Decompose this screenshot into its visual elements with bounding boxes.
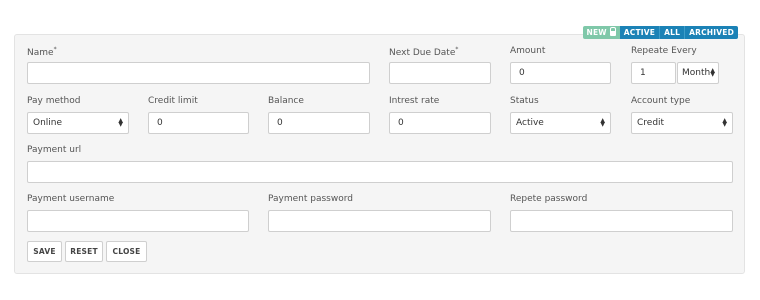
next-due-date-required-mark: * <box>455 46 459 53</box>
pay-method-label: Pay method <box>27 96 81 106</box>
close-button[interactable]: CLOSE <box>106 241 147 262</box>
new-tag-label: NEW <box>586 28 607 37</box>
status-value: Active <box>516 118 544 128</box>
name-label: Name* <box>27 46 57 58</box>
intrest-rate-input[interactable]: 0 <box>389 112 491 134</box>
status-label: Status <box>510 96 539 106</box>
updown-arrows-icon: ▲ ▼ <box>118 117 123 128</box>
balance-label: Balance <box>268 96 304 106</box>
filter-active[interactable]: ACTIVE <box>619 26 660 39</box>
status-filter-bar: NEW ACTIVE ALL ARCHIVED <box>582 26 738 39</box>
repete-password-input[interactable] <box>510 210 733 232</box>
payment-url-label: Payment url <box>27 145 82 155</box>
next-due-date-input[interactable] <box>389 62 491 84</box>
account-type-label: Account type <box>631 96 691 106</box>
payment-username-label: Payment username <box>27 194 115 204</box>
repeate-unit-value: Month <box>682 68 711 78</box>
intrest-rate-label: Intrest rate <box>389 96 440 106</box>
credit-limit-label: Credit limit <box>148 96 198 106</box>
name-label-text: Name <box>27 48 54 58</box>
next-due-date-label-text: Next Due Date <box>389 48 456 58</box>
name-input[interactable] <box>27 62 370 84</box>
save-button[interactable]: SAVE <box>27 241 62 262</box>
payment-password-label: Payment password <box>268 194 353 204</box>
balance-input[interactable]: 0 <box>268 112 370 134</box>
new-tag[interactable]: NEW <box>582 26 620 39</box>
amount-label: Amount <box>510 46 546 56</box>
repete-password-label: Repete password <box>510 194 588 204</box>
repeate-every-label: Repeate Every <box>631 46 697 56</box>
payment-username-input[interactable] <box>27 210 249 232</box>
filter-all[interactable]: ALL <box>659 26 685 39</box>
status-select[interactable]: Active ▲ ▼ <box>510 112 611 134</box>
payment-url-input[interactable] <box>27 161 733 183</box>
updown-arrows-icon: ▲ ▼ <box>710 67 715 78</box>
updown-arrows-icon: ▲ ▼ <box>722 117 727 128</box>
pay-method-select[interactable]: Online ▲ ▼ <box>27 112 129 134</box>
reset-button[interactable]: RESET <box>65 241 103 262</box>
payment-password-input[interactable] <box>268 210 491 232</box>
pay-method-value: Online <box>33 118 63 128</box>
repeate-every-input[interactable]: 1 <box>631 62 676 84</box>
filter-archived[interactable]: ARCHIVED <box>684 26 738 39</box>
amount-input[interactable]: 0 <box>510 62 611 84</box>
account-type-value: Credit <box>637 118 665 128</box>
name-required-mark: * <box>53 46 57 53</box>
updown-arrows-icon: ▲ ▼ <box>600 117 605 128</box>
account-type-select[interactable]: Credit ▲ ▼ <box>631 112 733 134</box>
credit-limit-input[interactable]: 0 <box>148 112 249 134</box>
lock-icon <box>609 27 616 36</box>
next-due-date-label: Next Due Date* <box>389 46 458 58</box>
repeate-unit-select[interactable]: Month ▲ ▼ <box>677 62 719 84</box>
